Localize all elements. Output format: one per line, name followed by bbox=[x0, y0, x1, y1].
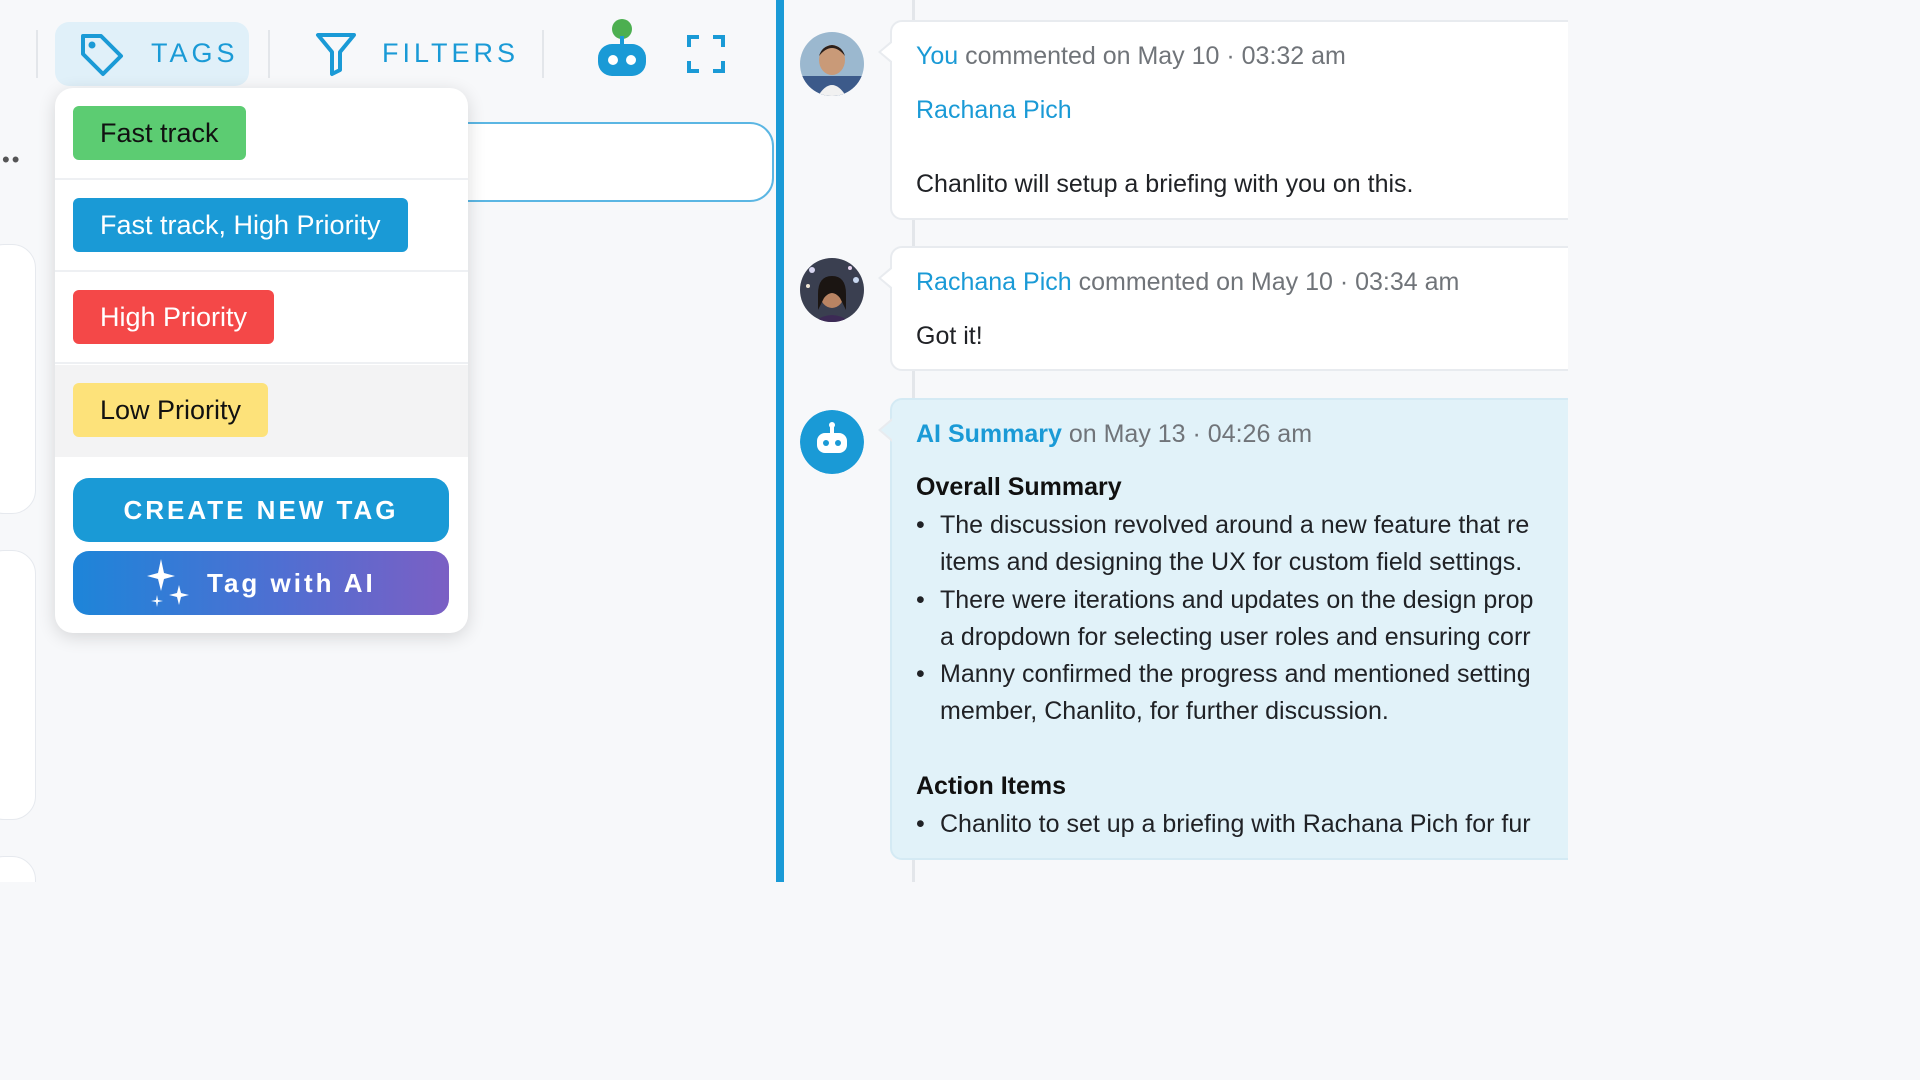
comments-pane: You commented on May 10 · 03:32 am Racha… bbox=[784, 0, 1568, 882]
ai-summary-card: AI Summary on May 13 · 04:26 am Overall … bbox=[878, 398, 1568, 860]
tag-option-fast-track[interactable]: Fast track bbox=[55, 88, 468, 180]
comment-input-field[interactable] bbox=[420, 122, 774, 202]
tag-chip: Fast track, High Priority bbox=[73, 198, 408, 252]
filters-label: FILTERS bbox=[382, 38, 520, 68]
create-new-tag-button[interactable]: CREATE NEW TAG bbox=[73, 478, 449, 542]
pane-divider[interactable] bbox=[776, 0, 784, 882]
tag-chip: Fast track bbox=[73, 106, 246, 160]
more-options-icon[interactable]: •• bbox=[2, 149, 21, 171]
bullet-line: There were iterations and updates on the… bbox=[940, 586, 1534, 614]
tags-label: TAGS bbox=[151, 38, 239, 68]
tag-option-high-priority[interactable]: High Priority bbox=[55, 272, 468, 364]
tag-with-ai-button[interactable]: Tag with AI bbox=[73, 551, 449, 615]
ai-assistant-robot-icon[interactable] bbox=[594, 18, 650, 78]
comment-card: You commented on May 10 · 03:32 am Racha… bbox=[878, 20, 1568, 220]
summary-bullet: • Manny confirmed the progress and mentio… bbox=[916, 656, 1531, 730]
toolbar-divider bbox=[36, 30, 38, 78]
toolbar-divider bbox=[268, 30, 270, 78]
comment-card: Rachana Pich commented on May 10 · 03:34… bbox=[878, 246, 1568, 371]
bullet-line: member, Chanlito, for further discussion… bbox=[940, 697, 1389, 725]
left-pane: TAGS FILTERS •• Fast track Fast track, H… bbox=[0, 0, 776, 882]
tags-button[interactable]: TAGS bbox=[55, 22, 249, 86]
toolbar-divider bbox=[542, 30, 544, 78]
comment-meta: commented on May 10 · 03:32 am bbox=[958, 42, 1346, 70]
fullscreen-icon[interactable] bbox=[686, 34, 726, 74]
action-items-heading: Action Items bbox=[916, 772, 1067, 800]
tag-option-fast-track-high-priority[interactable]: Fast track, High Priority bbox=[55, 180, 468, 272]
action-item: • Chanlito to set up a briefing with Rach… bbox=[916, 810, 1531, 838]
comment-text: Got it! bbox=[916, 322, 983, 350]
background-card bbox=[0, 244, 36, 514]
summary-bullet: • The discussion revolved around a new fe… bbox=[916, 507, 1529, 581]
comment-header: You commented on May 10 · 03:32 am bbox=[916, 42, 1346, 71]
background-card bbox=[0, 856, 36, 882]
mention-link[interactable]: Rachana Pich bbox=[916, 96, 1072, 125]
ai-summary-header: AI Summary on May 13 · 04:26 am bbox=[916, 420, 1312, 449]
ai-robot-avatar-icon bbox=[800, 410, 864, 474]
comment-header: Rachana Pich commented on May 10 · 03:34… bbox=[916, 268, 1459, 297]
overall-summary-heading: Overall Summary bbox=[916, 473, 1122, 501]
bullet-line: a dropdown for selecting user roles and … bbox=[940, 623, 1531, 651]
tag-icon bbox=[81, 34, 123, 76]
bullet-line: The discussion revolved around a new fea… bbox=[940, 511, 1530, 539]
tag-with-ai-label: Tag with AI bbox=[207, 568, 376, 598]
tag-dropdown-menu: Fast track Fast track, High Priority Hig… bbox=[55, 88, 468, 633]
comment-author[interactable]: Rachana Pich bbox=[916, 268, 1072, 296]
action-item-text: Chanlito to set up a briefing with Racha… bbox=[940, 810, 1531, 838]
bullet-line: Manny confirmed the progress and mention… bbox=[940, 660, 1531, 688]
background-card bbox=[0, 550, 36, 820]
ai-summary-meta: on May 13 · 04:26 am bbox=[1061, 420, 1313, 448]
filters-button[interactable]: FILTERS bbox=[310, 22, 520, 86]
comment-meta: commented on May 10 · 03:34 am bbox=[1071, 268, 1460, 296]
sparkles-icon bbox=[147, 559, 189, 607]
tag-chip: High Priority bbox=[73, 290, 275, 344]
avatar bbox=[800, 32, 864, 96]
tag-chip: Low Priority bbox=[73, 383, 269, 437]
filter-icon bbox=[316, 33, 356, 76]
comment-author[interactable]: You bbox=[916, 42, 958, 70]
bullet-line: items and designing the UX for custom fi… bbox=[940, 548, 1523, 576]
comment-text: Chanlito will setup a briefing with you … bbox=[916, 170, 1414, 198]
tag-option-low-priority[interactable]: Low Priority bbox=[55, 365, 468, 457]
summary-bullet: • There were iterations and updates on th… bbox=[916, 582, 1533, 656]
ai-summary-author: AI Summary bbox=[916, 420, 1062, 448]
avatar bbox=[800, 258, 864, 322]
